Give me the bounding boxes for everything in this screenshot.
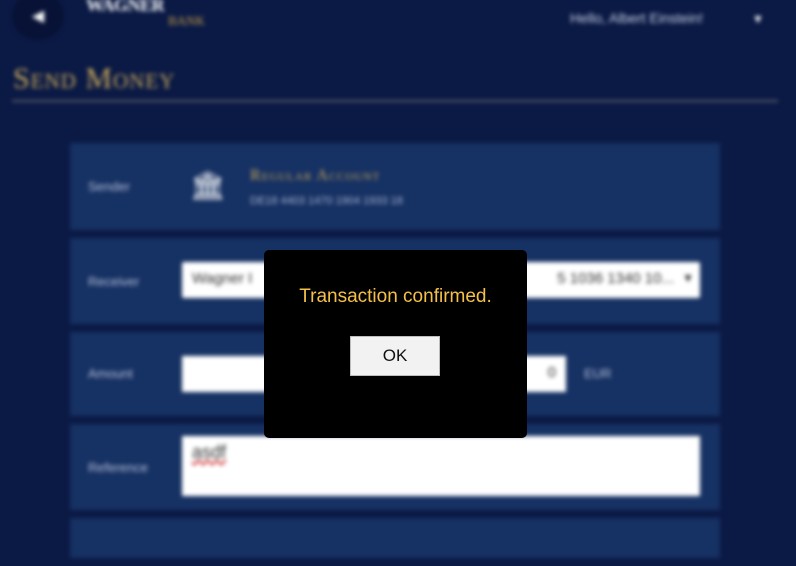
logo-top-text: WAGNER bbox=[86, 0, 165, 15]
user-greeting: Hello, Albert Einstein! bbox=[570, 10, 704, 26]
top-bar: ◀ WAGNER BANK Hello, Albert Einstein! ▼ bbox=[0, 0, 796, 40]
reference-label: Reference bbox=[88, 460, 148, 475]
ok-button[interactable]: OK bbox=[350, 336, 440, 376]
caret-down-icon[interactable]: ▼ bbox=[752, 12, 764, 26]
bank-icon: 🏛 bbox=[190, 170, 226, 201]
sender-account-number: DE18 4403 1470 1904 1933 18 bbox=[250, 195, 403, 207]
title-divider bbox=[12, 100, 778, 102]
receiver-selected-iban: 5 1036 1340 10... bbox=[557, 270, 674, 287]
confirmation-dialog: Transaction confirmed. OK bbox=[264, 250, 527, 438]
sender-row: Sender 🏛 Regular Account DE18 4403 1470 … bbox=[70, 143, 720, 230]
logo-bottom-text: BANK bbox=[168, 13, 205, 28]
next-row bbox=[70, 518, 720, 558]
arrow-left-icon: ◀ bbox=[31, 8, 45, 25]
receiver-selected-name: Wagner I bbox=[192, 270, 253, 287]
bank-logo: WAGNER BANK bbox=[86, 0, 205, 28]
reference-textarea[interactable]: asdf bbox=[182, 436, 700, 496]
confirmation-message: Transaction confirmed. bbox=[299, 286, 492, 307]
page-title: Send Money bbox=[13, 62, 176, 95]
back-button[interactable]: ◀ bbox=[12, 0, 64, 40]
chevron-down-icon: ▼ bbox=[682, 271, 694, 285]
sender-label: Sender bbox=[88, 179, 130, 194]
sender-account-name: Regular Account bbox=[250, 167, 381, 184]
amount-label: Amount bbox=[88, 366, 133, 381]
receiver-label: Receiver bbox=[88, 274, 140, 289]
currency-label: EUR bbox=[584, 366, 612, 381]
